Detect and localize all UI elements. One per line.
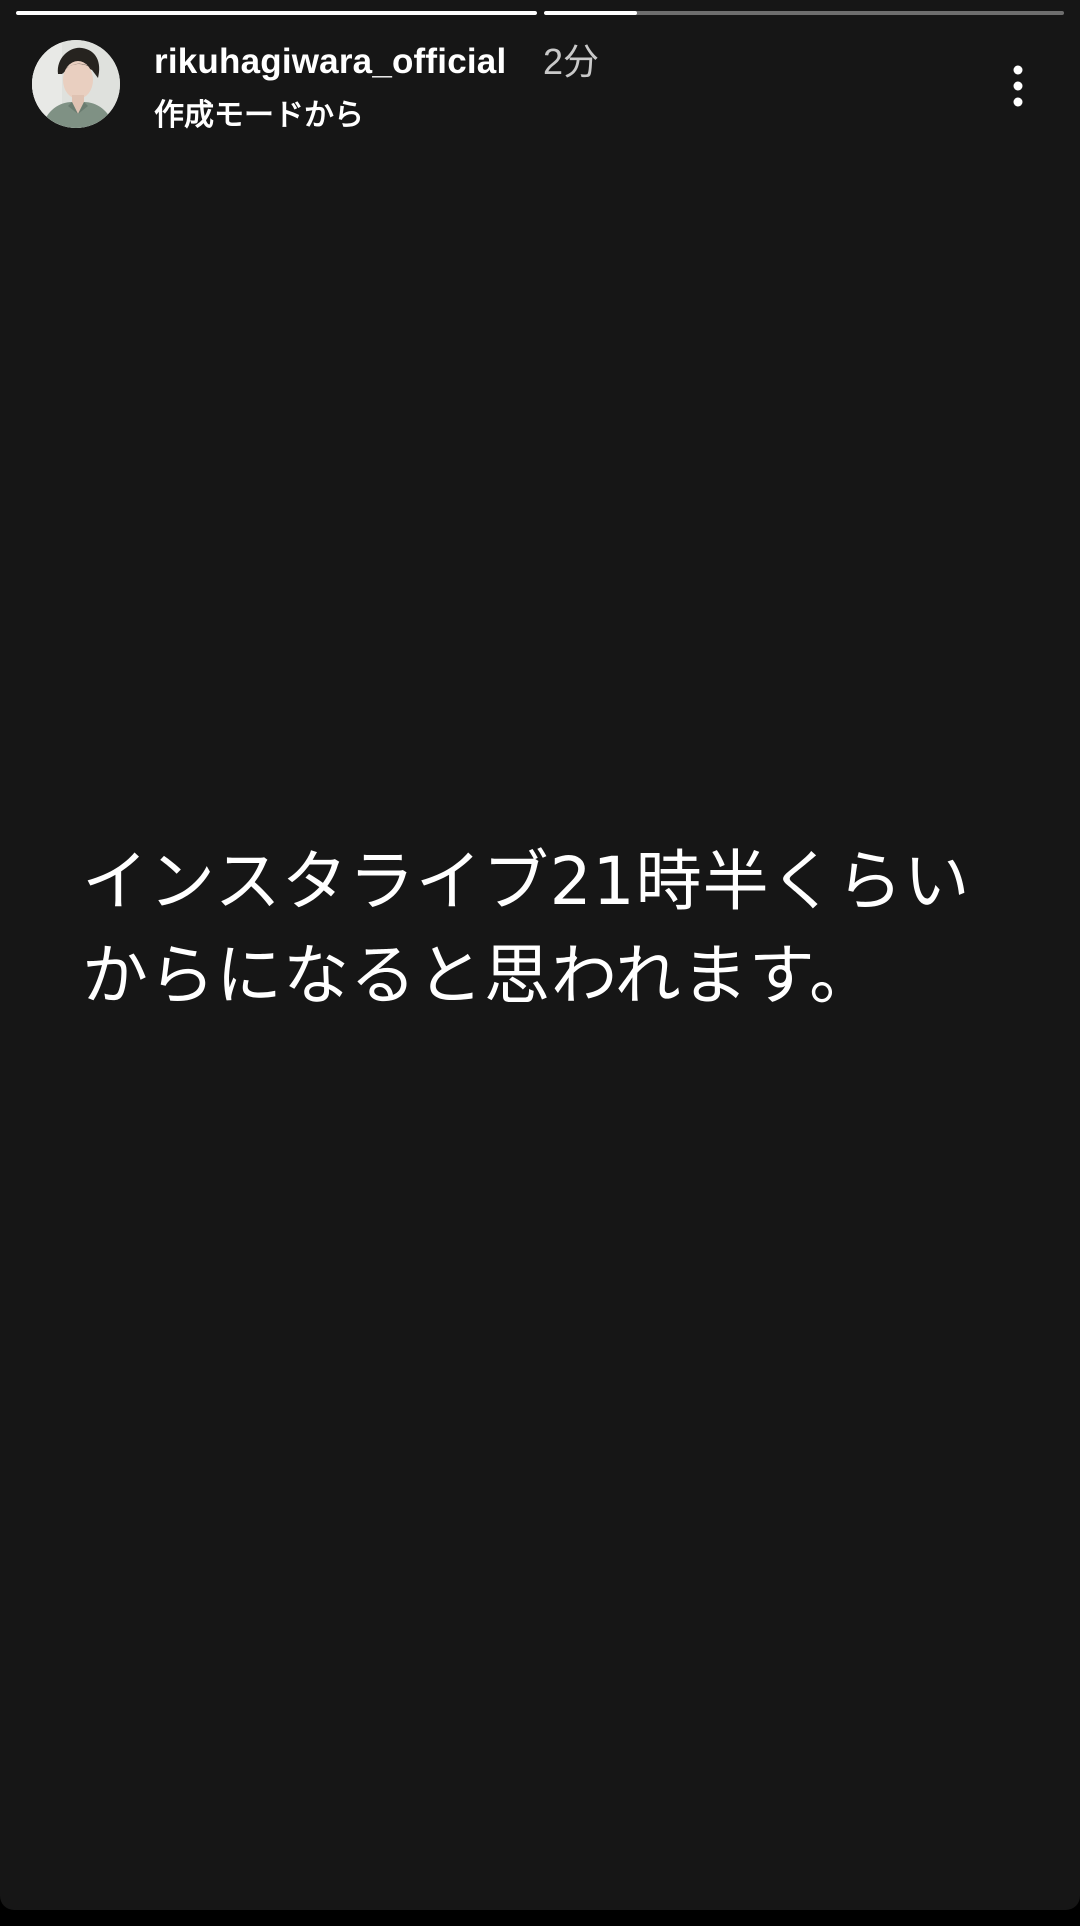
story-progress-bar <box>16 11 1064 15</box>
story-viewer[interactable]: rikuhagiwara_official 2分 作成モードから インスタライブ… <box>0 0 1080 1910</box>
progress-fill-1 <box>16 11 537 15</box>
story-caption: インスタライブ21時半くらい からになると思われます。 <box>82 835 1012 1023</box>
story-header: rikuhagiwara_official 2分 作成モードから <box>32 40 1048 140</box>
caption-line-1: インスタライブ21時半くらい <box>82 843 971 920</box>
profile-photo-icon <box>32 40 120 128</box>
caption-line-2: からになると思われます。 <box>82 937 877 1014</box>
post-time: 2分 <box>543 41 600 82</box>
progress-segment-2 <box>543 11 1064 15</box>
avatar[interactable] <box>32 40 120 128</box>
story-source-label[interactable]: 作成モードから <box>154 97 364 135</box>
progress-fill-2 <box>543 11 638 15</box>
more-options-button[interactable] <box>988 56 1048 116</box>
progress-segment-1 <box>16 11 537 15</box>
more-vertical-icon <box>1013 65 1023 107</box>
username[interactable]: rikuhagiwara_official <box>154 40 506 84</box>
